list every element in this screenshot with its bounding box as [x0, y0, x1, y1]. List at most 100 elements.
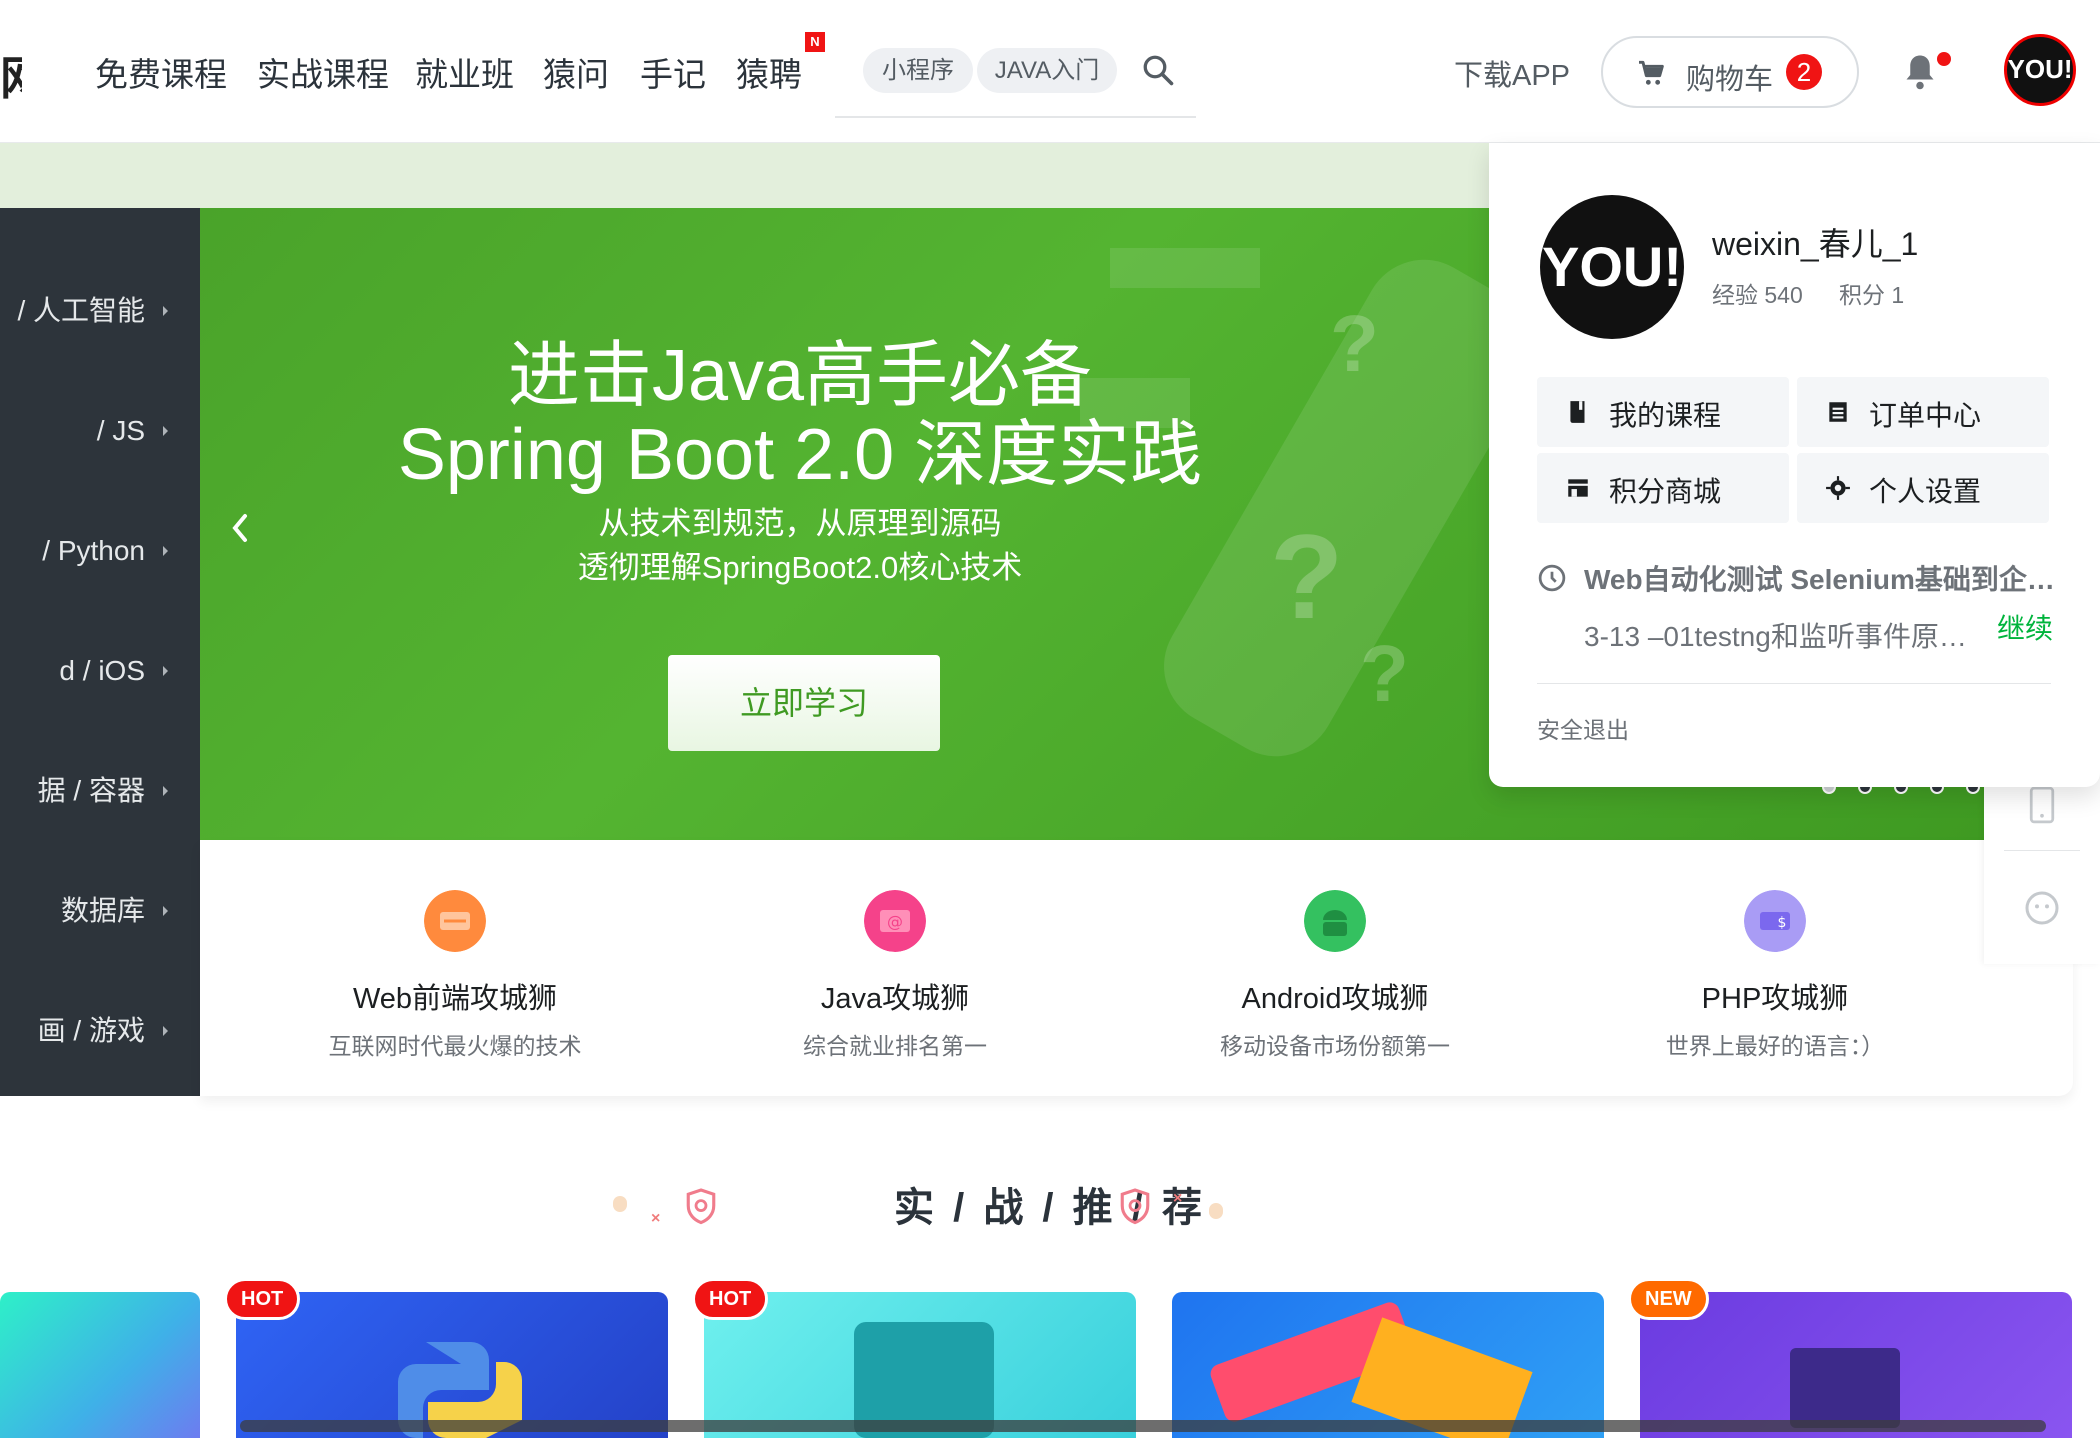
button-label: 订单中心	[1869, 400, 1982, 431]
search-tag-java-intro[interactable]: JAVA入门	[977, 48, 1117, 93]
hot-badge: HOT	[692, 1278, 769, 1320]
course-card[interactable]	[236, 1292, 668, 1438]
path-php[interactable]: $ PHP攻城狮 世界上最好的语言：）	[1555, 890, 1995, 1061]
order-list-icon	[1829, 402, 1847, 422]
bell-icon[interactable]	[1902, 52, 1938, 92]
cart-button[interactable]: 购物车 2	[1601, 36, 1859, 108]
course-card[interactable]	[0, 1292, 200, 1438]
chevron-right-icon	[163, 906, 168, 916]
top-header: 网 免费课程 实战课程 就业班 猿问 手记 猿聘 N 小程序 JAVA入门 下载…	[0, 0, 2100, 143]
search-bar[interactable]: 小程序 JAVA入门	[835, 36, 1196, 118]
download-app-link[interactable]: 下载APP	[1454, 52, 1570, 94]
learn-now-button[interactable]: 立即学习	[668, 655, 940, 751]
banner-title-course: Spring Boot 2.0 深度实践	[397, 415, 1203, 495]
course-card[interactable]	[1640, 1292, 2072, 1438]
nav-qa[interactable]: 猿问	[543, 48, 609, 96]
category-label: / 人工智能	[17, 295, 145, 326]
category-label: 据 / 容器	[37, 775, 145, 806]
nav-employment-class[interactable]: 就业班	[415, 48, 514, 96]
path-desc: 移动设备市场份额第一	[1220, 1033, 1450, 1059]
score-points: 积分 1	[1839, 282, 1905, 308]
course-illustration	[1790, 1348, 1900, 1428]
chevron-right-icon	[163, 546, 168, 556]
career-paths: Web前端攻城狮 互联网时代最火爆的技术 @ Java攻城狮 综合就业排名第一 …	[200, 840, 2073, 1096]
notification-dot	[1937, 52, 1951, 66]
category-js[interactable]: / JS	[0, 411, 200, 451]
chevron-right-icon	[163, 666, 168, 676]
order-center-button[interactable]: 订单中心	[1797, 377, 2049, 447]
cart-label: 购物车	[1686, 64, 1774, 96]
cart-icon	[1639, 60, 1664, 85]
banner-decoration	[1110, 248, 1260, 288]
category-container[interactable]: 据 / 容器	[0, 771, 200, 811]
user-avatar[interactable]: YOU!	[2004, 34, 2076, 106]
chat-icon[interactable]	[2022, 888, 2062, 928]
path-title: Web前端攻城狮	[352, 983, 558, 1015]
path-web-frontend[interactable]: Web前端攻城狮 互联网时代最火爆的技术	[235, 890, 675, 1061]
path-title: Android攻城狮	[1241, 983, 1429, 1015]
path-java[interactable]: @ Java攻城狮 综合就业排名第一	[675, 890, 1115, 1061]
category-game[interactable]: 画 / 游戏	[0, 1011, 200, 1051]
button-label: 积分商城	[1609, 476, 1722, 507]
experience-points: 经验 540	[1712, 282, 1803, 308]
path-desc: 综合就业排名第一	[803, 1033, 987, 1059]
category-label: / Python	[42, 535, 145, 566]
chevron-right-icon	[163, 786, 168, 796]
banner-subtitle: 从技术到规范，从原理到源码	[598, 506, 1002, 541]
settings-button[interactable]: 个人设置	[1797, 453, 2049, 523]
points-mall-button[interactable]: 积分商城	[1537, 453, 1789, 523]
chevron-right-icon	[163, 306, 168, 316]
dropdown-avatar[interactable]: YOU!	[1540, 195, 1684, 339]
path-desc: 互联网时代最火爆的技术	[328, 1033, 582, 1059]
recent-chapter[interactable]: 3-13 –01testng和监听事件原理介绍	[1584, 615, 1984, 655]
hot-badge: HOT	[224, 1278, 301, 1320]
search-tag-miniprogram[interactable]: 小程序	[863, 48, 973, 93]
phone-icon[interactable]	[2026, 785, 2058, 825]
recent-course-title[interactable]: Web自动化测试 Selenium基础到企业实际应用	[1584, 558, 2070, 598]
category-python[interactable]: / Python	[0, 531, 200, 571]
cart-count-badge: 2	[1786, 54, 1822, 90]
my-courses-button[interactable]: 我的课程	[1537, 377, 1789, 447]
category-database[interactable]: 数据库	[0, 891, 200, 931]
java-icon: @	[864, 890, 926, 952]
nav-jobs[interactable]: 猿聘	[736, 48, 802, 96]
user-dropdown-menu: YOU! weixin_春儿_1 经验 540 积分 1 我的课程 订单中心 积…	[1489, 143, 2100, 787]
category-sidebar: / 人工智能 / JS / Python d / iOS 据 / 容器 数据库 …	[0, 208, 200, 1096]
banner-question-mark: ?	[1360, 629, 1409, 718]
chevron-left-icon[interactable]	[228, 510, 252, 546]
category-ai[interactable]: / 人工智能	[0, 291, 200, 331]
path-android[interactable]: Android攻城狮 移动设备市场份额第一	[1115, 890, 1555, 1061]
svg-text:$: $	[1778, 915, 1787, 931]
divider	[1537, 683, 2051, 684]
site-logo[interactable]: 网	[0, 42, 22, 108]
nav-notes[interactable]: 手记	[640, 48, 706, 96]
path-title: Java攻城狮	[820, 983, 970, 1015]
category-label: d / iOS	[59, 655, 145, 686]
logout-link[interactable]: 安全退出	[1537, 711, 1629, 745]
path-desc: 世界上最好的语言：）	[1665, 1033, 1885, 1059]
username[interactable]: weixin_春儿_1	[1712, 219, 1918, 265]
new-badge: N	[805, 32, 825, 52]
horizontal-scrollbar[interactable]	[240, 1420, 2046, 1432]
course-card[interactable]	[1172, 1292, 1604, 1438]
nav-free-courses[interactable]: 免费课程	[95, 48, 227, 96]
book-icon	[1570, 401, 1585, 423]
button-label: 我的课程	[1609, 400, 1722, 431]
continue-learning-link[interactable]: 继续	[1997, 607, 2053, 647]
category-label: 画 / 游戏	[37, 1015, 145, 1046]
chevron-right-icon	[163, 1026, 168, 1036]
decoration-x: ×	[1173, 1190, 1183, 1207]
divider	[2004, 850, 2080, 851]
course-card[interactable]	[704, 1292, 1136, 1438]
shield-icon	[1120, 1188, 1150, 1225]
nav-practical-courses[interactable]: 实战课程	[257, 48, 389, 96]
php-icon: $	[1744, 890, 1806, 952]
new-badge: NEW	[1628, 1278, 1709, 1320]
svg-text:@: @	[887, 912, 903, 931]
gear-icon	[1826, 476, 1850, 500]
search-icon[interactable]	[1140, 52, 1176, 88]
decoration-dot	[1209, 1203, 1223, 1219]
category-ios[interactable]: d / iOS	[0, 651, 200, 691]
store-icon	[1568, 479, 1588, 497]
category-label: 数据库	[60, 895, 145, 926]
